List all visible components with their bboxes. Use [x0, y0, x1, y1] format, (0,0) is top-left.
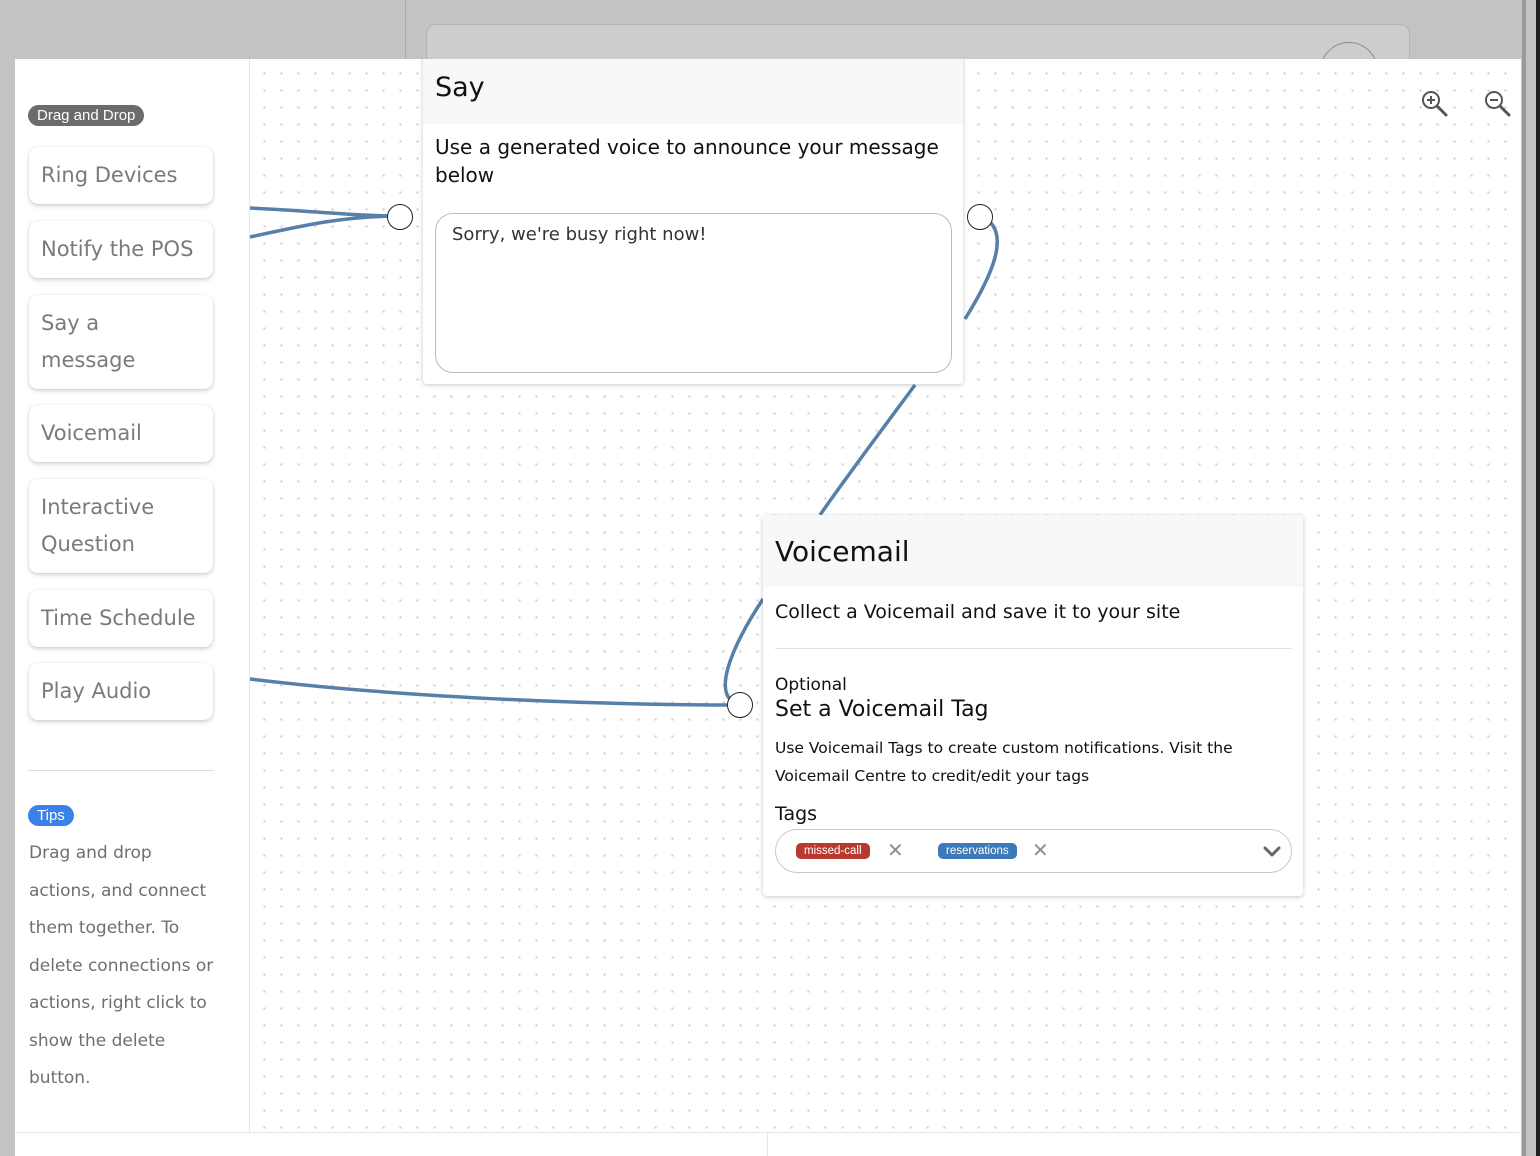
optional-label: Optional — [775, 675, 847, 695]
say-input-port[interactable] — [387, 204, 413, 230]
set-voicemail-tag-heading: Set a Voicemail Tag — [775, 697, 989, 722]
tool-play-audio[interactable]: Play Audio — [29, 663, 213, 720]
say-message-input[interactable]: Sorry, we're busy right now! — [435, 213, 952, 373]
modal-footer — [15, 1132, 1521, 1156]
tool-notify-pos[interactable]: Notify the POS — [29, 221, 213, 278]
tags-select[interactable]: missed-call ✕ reservations ✕ — [775, 829, 1292, 873]
voicemail-separator — [775, 648, 1292, 649]
say-node-description: Use a generated voice to announce your m… — [435, 135, 939, 187]
chevron-down-icon[interactable] — [1262, 842, 1282, 862]
tool-say-message[interactable]: Say a message — [29, 295, 213, 389]
tag-chip-missed-call: missed-call — [796, 843, 870, 859]
window-border — [1536, 0, 1540, 1156]
tips-label: Tips — [28, 805, 74, 826]
voicemail-node-title: Voicemail — [763, 515, 1303, 587]
tag-chip-reservations: reservations — [938, 843, 1017, 859]
backdrop-divider — [405, 0, 406, 60]
zoom-out-icon[interactable] — [1483, 89, 1513, 119]
tips-text: Drag and drop actions, and connect them … — [29, 843, 214, 1088]
say-node[interactable]: Say Use a generated voice to announce yo… — [423, 59, 963, 384]
drag-and-drop-label: Drag and Drop — [28, 105, 145, 126]
tool-voicemail[interactable]: Voicemail — [29, 405, 213, 462]
flow-editor-modal: Drag and Drop Ring Devices Notify the PO… — [15, 59, 1521, 1156]
voicemail-input-port[interactable] — [727, 692, 753, 718]
tool-interactive-question[interactable]: Interactive Question — [29, 479, 213, 573]
zoom-in-icon[interactable] — [1420, 89, 1450, 119]
sidebar-divider — [28, 770, 214, 771]
tool-ring-devices[interactable]: Ring Devices — [29, 147, 213, 204]
remove-tag-icon[interactable]: ✕ — [1032, 840, 1049, 860]
window-edge — [1522, 0, 1526, 1156]
voicemail-node[interactable]: Voicemail Collect a Voicemail and save i… — [763, 515, 1303, 896]
footer-divider — [767, 1132, 768, 1156]
tool-time-schedule[interactable]: Time Schedule — [29, 590, 213, 647]
say-output-port[interactable] — [967, 204, 993, 230]
voicemail-tag-help: Use Voicemail Tags to create custom noti… — [775, 739, 1233, 785]
voicemail-node-description: Collect a Voicemail and save it to your … — [775, 601, 1181, 623]
actions-sidebar: Drag and Drop Ring Devices Notify the PO… — [15, 59, 250, 1132]
tags-label: Tags — [775, 803, 818, 825]
say-node-title: Say — [423, 59, 963, 124]
remove-tag-icon[interactable]: ✕ — [887, 840, 904, 860]
